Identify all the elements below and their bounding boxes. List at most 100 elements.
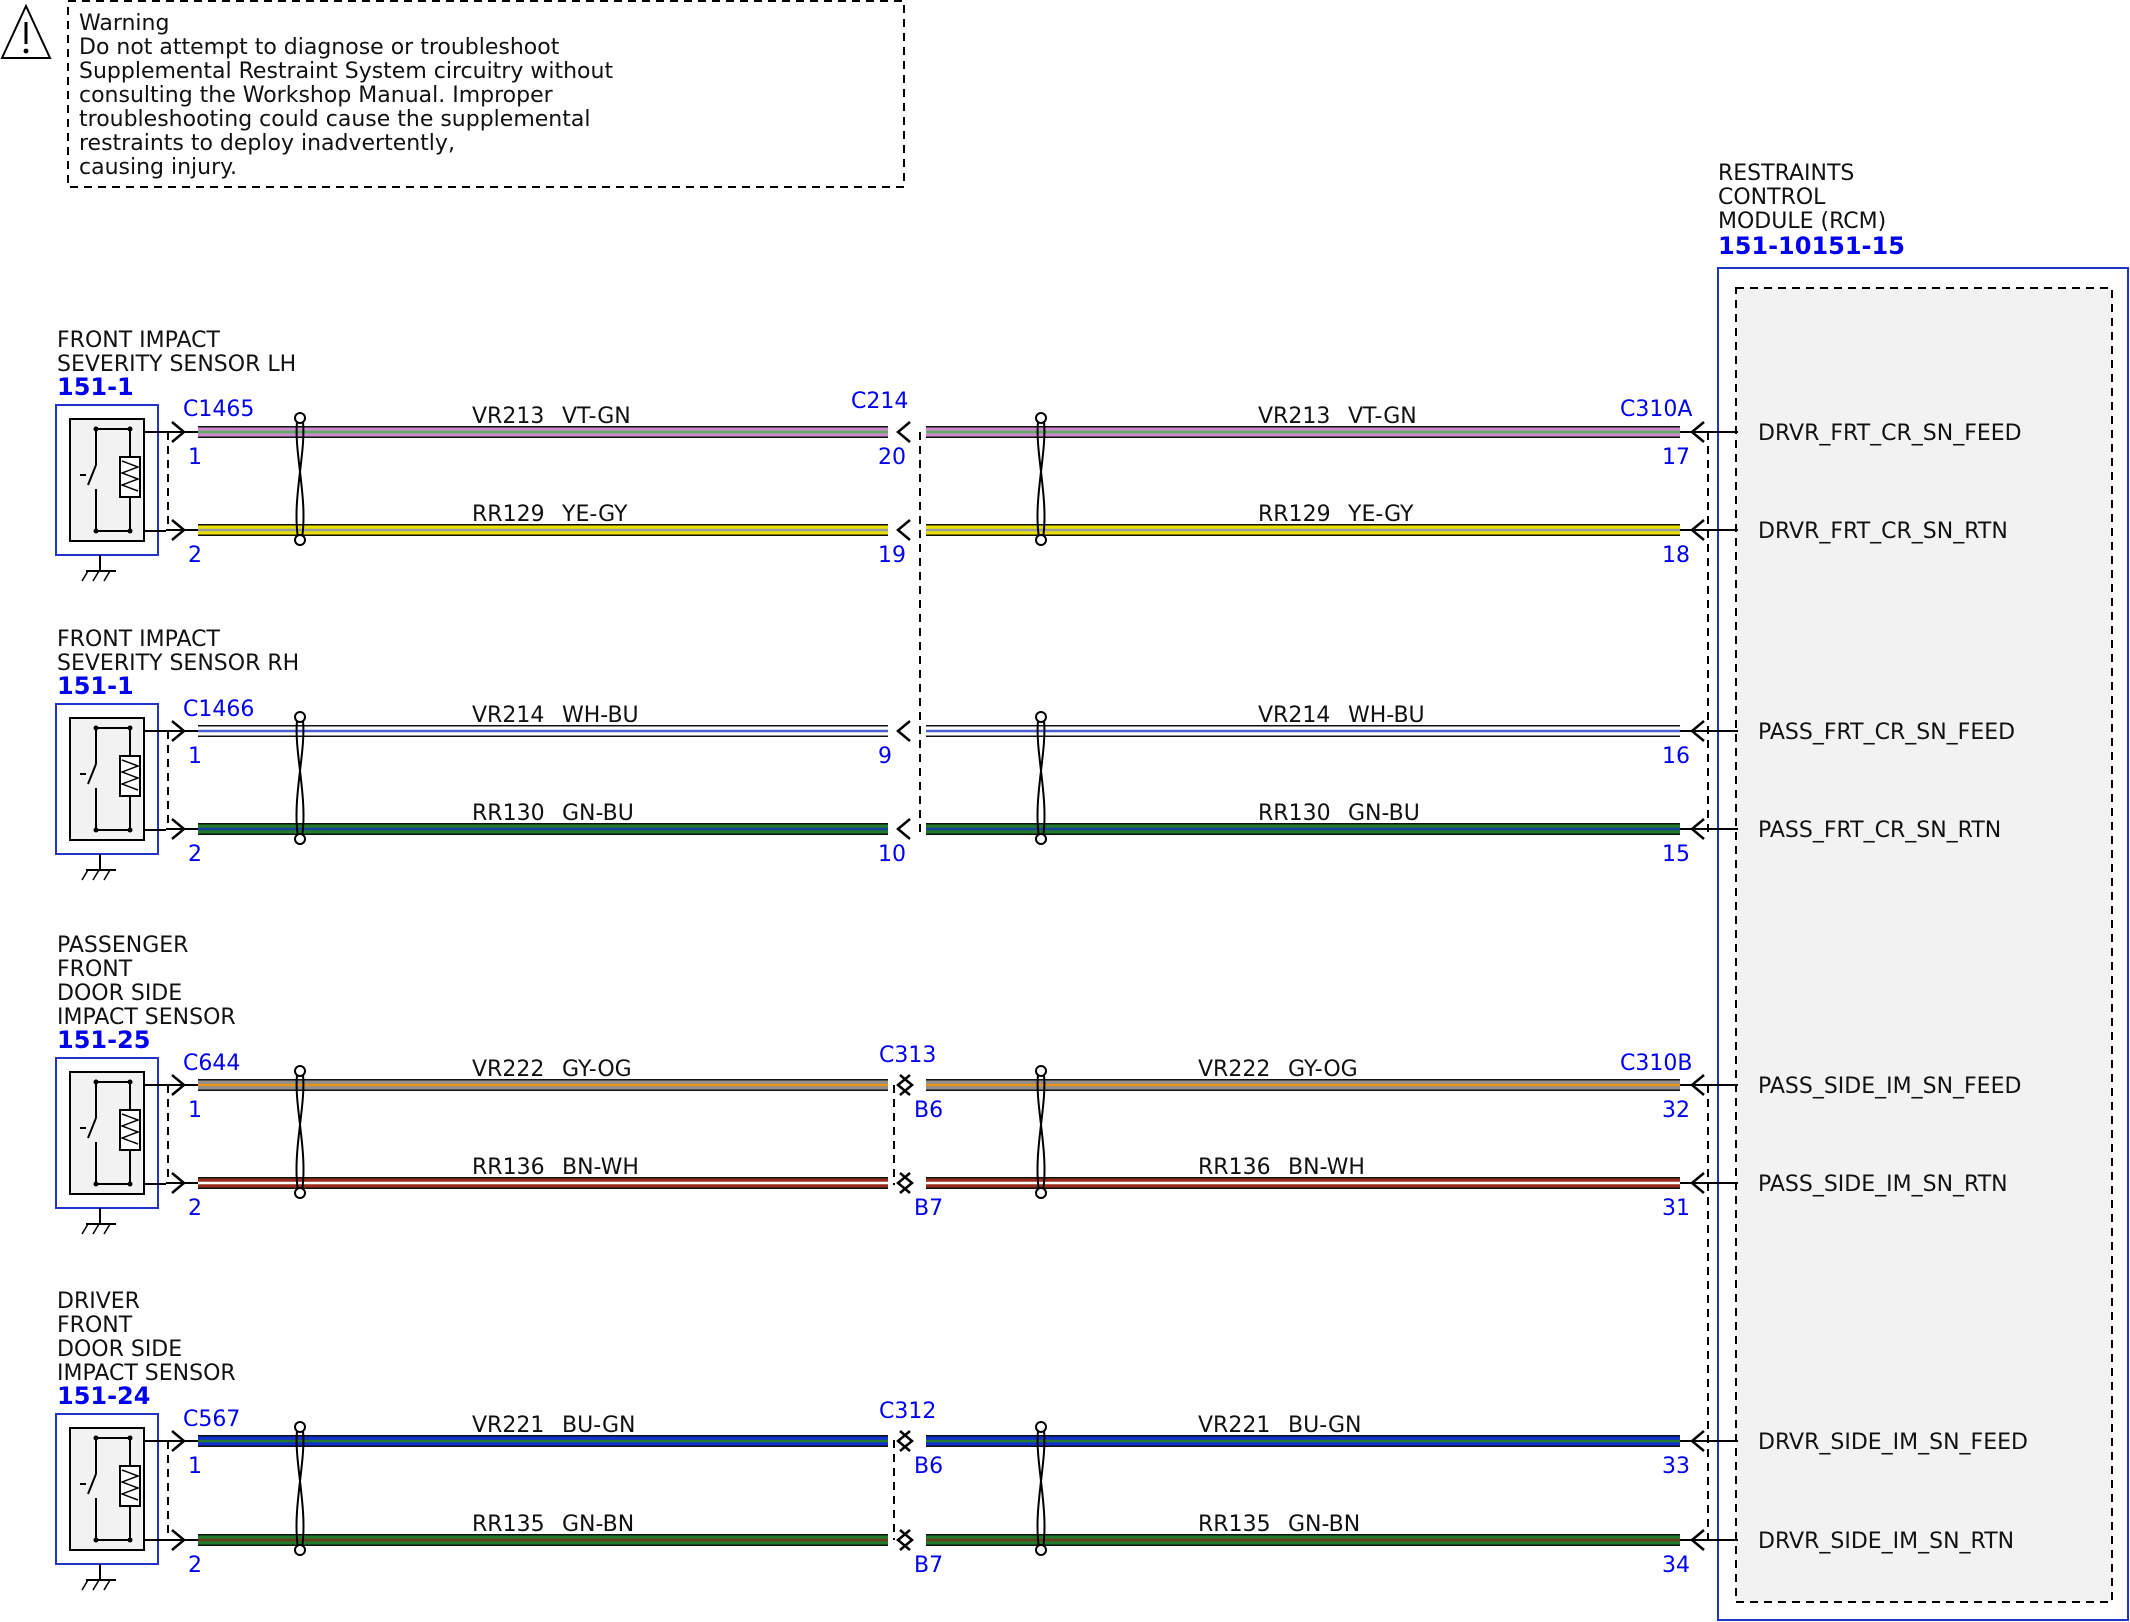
wiring-diagram: Warning Do not attempt to diagnose or tr… — [0, 0, 2129, 1621]
wire-color-label: GN-BU — [562, 801, 634, 826]
module-ref: 151-10151-15 — [1718, 232, 1905, 260]
warning-triangle-icon — [0, 3, 52, 59]
wire-color-label: WH-BU — [1348, 703, 1425, 728]
wire-color-label: BU-GN — [562, 1413, 635, 1438]
wire-circuit-label: RR136 — [472, 1155, 545, 1180]
wire-color-label: GY-OG — [562, 1057, 632, 1082]
sensor-name-line: DOOR SIDE — [57, 1337, 182, 1362]
warning-line: Do not attempt to diagnose or troublesho… — [79, 35, 560, 60]
rcm-pin-number: 32 — [1662, 1098, 1690, 1123]
sensor-switch-icon — [55, 1413, 166, 1591]
wire-color-label: YE-GY — [1347, 502, 1414, 527]
wire-circuit-label: RR130 — [472, 801, 545, 826]
wire-color-label: VT-GN — [562, 404, 631, 429]
sensor-connector: C644 — [183, 1051, 240, 1076]
warning-line: troubleshooting could cause the suppleme… — [79, 107, 590, 132]
rcm-signal-name: PASS_SIDE_IM_SN_FEED — [1758, 1074, 2021, 1099]
wire-color-label: GN-BN — [1288, 1512, 1360, 1537]
wire-circuit-label: RR129 — [472, 502, 545, 527]
inline-connector-links — [893, 432, 921, 1540]
sensor-pin-number: 1 — [188, 1454, 202, 1479]
wire-color-label: VT-GN — [1348, 404, 1417, 429]
wire-circuit-label: VR214 — [472, 703, 544, 728]
rcm-pin-number: 34 — [1662, 1553, 1690, 1578]
inline-pin-number: B6 — [914, 1098, 943, 1123]
sensor-ref: 151-1 — [57, 373, 134, 401]
inline-pin-number: B7 — [914, 1553, 943, 1578]
inline-pin-number: B6 — [914, 1454, 943, 1479]
wire-color-label: WH-BU — [562, 703, 639, 728]
sensor-name-line: FRONT IMPACT — [57, 627, 220, 652]
sensor-pin-number: 2 — [188, 1196, 202, 1221]
warning-box: Warning Do not attempt to diagnose or tr… — [0, 0, 905, 188]
sensor-name-line: FRONT — [57, 1313, 133, 1338]
rcm-signal-name: DRVR_FRT_CR_SN_RTN — [1758, 519, 2008, 544]
sensor-name-line: PASSENGER — [57, 933, 188, 958]
wire-circuit-label: VR222 — [1198, 1057, 1270, 1082]
sensor-pin-number: 2 — [188, 1553, 202, 1578]
rcm-pin-number: 33 — [1662, 1454, 1690, 1479]
warning-line: Supplemental Restraint System circuitry … — [79, 59, 613, 84]
wire-circuit-label: VR221 — [1198, 1413, 1270, 1438]
rcm-pin-number: 16 — [1662, 744, 1690, 769]
rcm-pin-number: 17 — [1662, 445, 1690, 470]
wire-circuit-label: RR135 — [472, 1512, 545, 1537]
sensor-pin-number: 1 — [188, 445, 202, 470]
rcm-signal-name: DRVR_FRT_CR_SN_FEED — [1758, 421, 2022, 446]
rcm-signal-name: DRVR_SIDE_IM_SN_FEED — [1758, 1430, 2028, 1455]
sensor-switch-icon — [55, 703, 166, 881]
inline-pin-number: 20 — [878, 445, 906, 470]
module-name-line: RESTRAINTS — [1718, 161, 1854, 186]
wire-color-label: YE-GY — [561, 502, 628, 527]
rcm-signal-name: PASS_FRT_CR_SN_FEED — [1758, 720, 2015, 745]
rcm-connector: C310A — [1620, 397, 1692, 422]
warning-line: causing injury. — [79, 155, 237, 180]
inline-pin-number: 10 — [878, 842, 906, 867]
rcm-connector: C310B — [1620, 1051, 1692, 1076]
wire-circuit-label: RR136 — [1198, 1155, 1271, 1180]
wire-color-label: GN-BN — [562, 1512, 634, 1537]
inline-connector: C313 — [879, 1043, 936, 1068]
sensor-front-impact-rh: FRONT IMPACT SEVERITY SENSOR RH 151-1 C1… — [55, 627, 299, 881]
sensor-pin-number: 1 — [188, 1098, 202, 1123]
sensor-ref: 151-25 — [57, 1026, 150, 1054]
rcm-pin-number: 15 — [1662, 842, 1690, 867]
inline-pin-number: 9 — [878, 744, 892, 769]
sensor-switch-icon — [55, 404, 166, 582]
inline-connector: C214 — [851, 389, 908, 414]
sensor-pin-number: 1 — [188, 744, 202, 769]
wire-circuit-label: VR214 — [1258, 703, 1330, 728]
wire-circuit-label: VR213 — [472, 404, 544, 429]
wire-circuit-label: VR213 — [1258, 404, 1330, 429]
rcm-pin-number: 31 — [1662, 1196, 1690, 1221]
sensor-connector: C567 — [183, 1407, 240, 1432]
sensor-ref: 151-24 — [57, 1382, 150, 1410]
inline-connector: C312 — [879, 1399, 936, 1424]
warning-line: Warning — [79, 11, 169, 36]
warning-line: consulting the Workshop Manual. Improper — [79, 83, 554, 108]
inline-pin-number: B7 — [914, 1196, 943, 1221]
rcm-pin-number: 18 — [1662, 543, 1690, 568]
module-name-line: MODULE (RCM) — [1718, 209, 1886, 234]
sensor-name-line: FRONT IMPACT — [57, 328, 220, 353]
wire-circuit-label: VR221 — [472, 1413, 544, 1438]
rcm-signal-name: DRVR_SIDE_IM_SN_RTN — [1758, 1529, 2014, 1554]
sensor-ref: 151-1 — [57, 672, 134, 700]
wire-color-label: GY-OG — [1288, 1057, 1358, 1082]
sensor-connector: C1465 — [183, 397, 254, 422]
sensor-name-line: FRONT — [57, 957, 133, 982]
wire-circuit-label: RR135 — [1198, 1512, 1271, 1537]
sensor-connector: C1466 — [183, 697, 254, 722]
wire-color-label: GN-BU — [1348, 801, 1420, 826]
rcm-signal-name: PASS_SIDE_IM_SN_RTN — [1758, 1172, 2008, 1197]
warning-line: restraints to deploy inadvertently, — [79, 131, 455, 156]
wire-color-label: BU-GN — [1288, 1413, 1361, 1438]
wire-circuit-label: RR130 — [1258, 801, 1331, 826]
wire-circuit-label: RR129 — [1258, 502, 1331, 527]
wire-color-label: BN-WH — [562, 1155, 639, 1180]
restraints-control-module: RESTRAINTS CONTROL MODULE (RCM) 151-1015… — [1707, 161, 2129, 1621]
wire-color-label: BN-WH — [1288, 1155, 1365, 1180]
rcm-signal-name: PASS_FRT_CR_SN_RTN — [1758, 818, 2001, 843]
wire-circuit-label: VR222 — [472, 1057, 544, 1082]
sensor-pin-number: 2 — [188, 543, 202, 568]
